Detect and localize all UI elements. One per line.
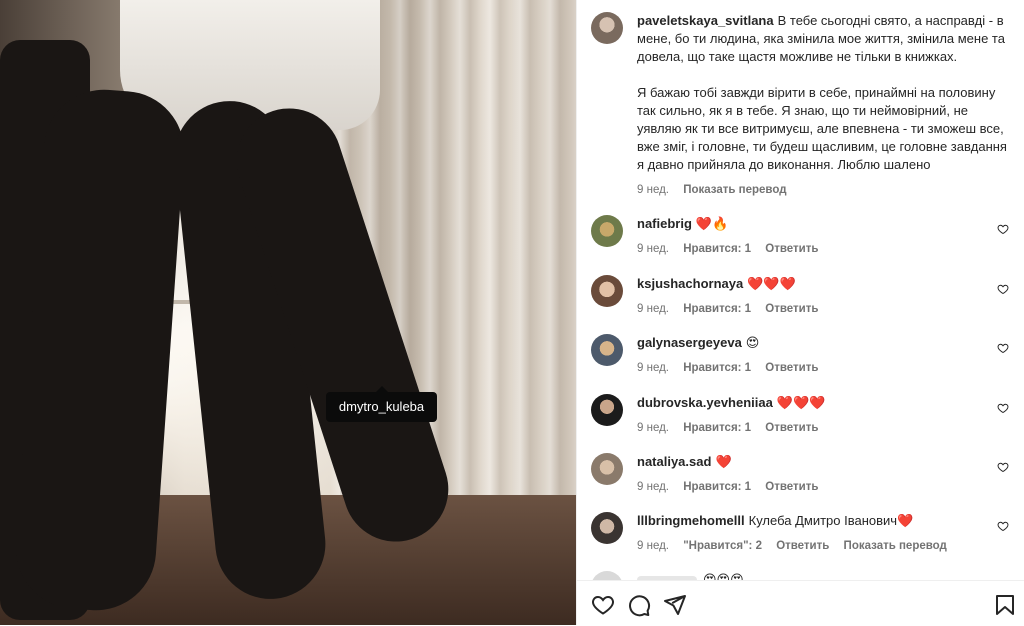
heart-icon[interactable] <box>997 342 1009 354</box>
comment-text: ❤️🔥 <box>695 216 729 231</box>
timestamp[interactable]: 9 нед. <box>637 243 669 255</box>
heart-icon[interactable] <box>997 223 1009 235</box>
reply-button[interactable]: Ответить <box>765 243 818 255</box>
likes-count[interactable]: Нравится: 1 <box>683 362 751 374</box>
avatar[interactable] <box>591 512 623 544</box>
comment-text: 😍 <box>745 335 760 350</box>
timestamp[interactable]: 9 нед. <box>637 303 669 315</box>
avatar[interactable] <box>591 453 623 485</box>
reply-button[interactable]: Ответить <box>765 303 818 315</box>
comment-icon[interactable] <box>627 593 651 617</box>
avatar[interactable] <box>591 12 623 44</box>
comment-username[interactable]: dubrovska.yevheniiaa <box>637 395 773 410</box>
likes-count[interactable]: Нравится: 1 <box>683 422 751 434</box>
post-photo[interactable]: dmytro_kuleba <box>0 0 576 625</box>
avatar[interactable] <box>591 394 623 426</box>
comment-username[interactable]: ksjushachornaya <box>637 276 743 291</box>
reply-button[interactable]: Ответить <box>776 540 829 552</box>
comment-text: ❤️❤️❤️ <box>776 395 826 410</box>
likes-count[interactable]: Нравится: 1 <box>683 303 751 315</box>
translate-link[interactable]: Показать перевод <box>844 540 947 552</box>
heart-icon[interactable] <box>997 520 1009 532</box>
avatar[interactable] <box>591 334 623 366</box>
comment-username[interactable]: nataliya.sad <box>637 454 711 469</box>
timestamp[interactable]: 9 нед. <box>637 184 669 196</box>
comment-username[interactable]: lllbringmehomelll <box>637 513 745 528</box>
timestamp[interactable]: 9 нед. <box>637 422 669 434</box>
comment-username[interactable]: nafiebrig <box>637 216 692 231</box>
timestamp[interactable]: 9 нед. <box>637 481 669 493</box>
bookmark-icon[interactable] <box>993 593 1017 617</box>
user-tag[interactable]: dmytro_kuleba <box>326 386 437 422</box>
heart-icon[interactable] <box>997 283 1009 295</box>
comments-panel: paveletskaya_svitlana В тебе сьогодні свя… <box>576 0 1024 625</box>
reply-button[interactable]: Ответить <box>765 422 818 434</box>
reply-button[interactable]: Ответить <box>765 362 818 374</box>
translate-link[interactable]: Показать перевод <box>683 184 786 196</box>
heart-icon[interactable] <box>591 593 615 617</box>
share-icon[interactable] <box>663 593 687 617</box>
heart-icon[interactable] <box>997 402 1009 414</box>
heart-icon[interactable] <box>997 461 1009 473</box>
comment-text: ❤️ <box>715 454 732 469</box>
avatar[interactable] <box>591 275 623 307</box>
timestamp[interactable]: 9 нед. <box>637 362 669 374</box>
reply-button[interactable]: Ответить <box>765 481 818 493</box>
caption-username[interactable]: paveletskaya_svitlana <box>637 13 774 28</box>
comment-text: 😍😍😍 <box>703 572 744 580</box>
likes-count[interactable]: Нравится: 1 <box>683 481 751 493</box>
caption-text-2: Я бажаю тобі завжди вірити в себе, прина… <box>637 85 1007 172</box>
comment-username[interactable]: galynasergeyeva <box>637 335 742 350</box>
comment-text: ❤️❤️❤️ <box>747 276 796 291</box>
avatar[interactable] <box>591 571 623 580</box>
timestamp[interactable]: 9 нед. <box>637 540 669 552</box>
comments-list[interactable]: paveletskaya_svitlana В тебе сьогодні свя… <box>577 0 1024 580</box>
post-actions <box>577 580 1024 626</box>
likes-count[interactable]: Нравится: 1 <box>683 243 751 255</box>
comment-text: Кулеба Дмитро Іванович❤️ <box>748 513 914 528</box>
likes-count[interactable]: "Нравится": 2 <box>683 540 762 552</box>
avatar[interactable] <box>591 215 623 247</box>
